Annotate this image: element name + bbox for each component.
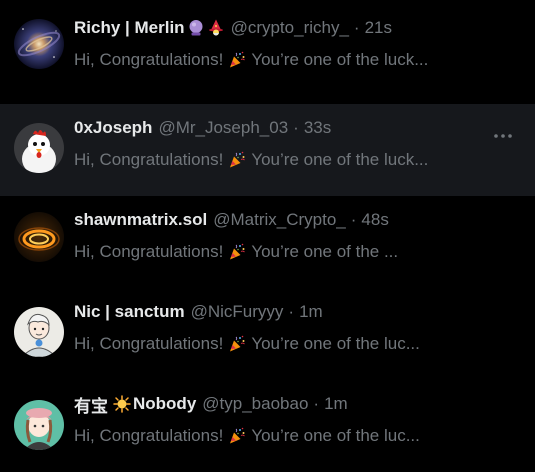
conversation-item[interactable]: shawnmatrix.sol @Matrix_Crypto_ · 48s Hi… [0,196,535,288]
message-preview: Hi, Congratulations! You’re one of the .… [74,240,469,264]
party-popper-emoji [228,335,246,353]
cartoon-avatar[interactable] [14,307,64,357]
display-name-prefix[interactable]: 有宝 [74,392,108,416]
conversation-header: Richy | Merlin @crypto_richy_ · 21s [74,16,465,40]
crystal-ball-emoji [187,19,205,37]
message-preview: Hi, Congratulations! You’re one of the l… [74,424,469,448]
separator-dot: · [293,118,299,137]
conversation-header: shawnmatrix.sol @Matrix_Crypto_ · 48s [74,208,465,232]
chicken-avatar[interactable] [14,123,64,173]
galaxy-avatar[interactable] [14,19,64,69]
message-list: Richy | Merlin @crypto_richy_ · 21s Hi, … [0,0,535,472]
timestamp: 33s [303,118,332,137]
party-popper-emoji [228,427,246,445]
separator-dot: · [350,210,357,229]
message-preview: Hi, Congratulations! You’re one of the l… [74,48,469,72]
timestamp: 1m [324,394,348,413]
user-handle[interactable]: @Matrix_Crypto_ [213,210,346,230]
preview-text-end: You’re one of the luc... [251,426,420,445]
display-name[interactable]: Nobody [133,394,196,414]
conversation-item[interactable]: 0xJoseph @Mr_Joseph_03 · 33s Hi, Congrat… [0,104,535,196]
party-popper-emoji [228,243,246,261]
preview-text-start: Hi, Congratulations! [74,426,224,445]
separator-dot: · [353,18,360,37]
message-preview: Hi, Congratulations! You’re one of the l… [74,332,469,356]
glowing-ring-avatar[interactable] [14,212,64,262]
conversation-header: 0xJoseph @Mr_Joseph_03 · 33s [74,116,465,140]
party-popper-emoji [228,51,246,69]
conversation-item[interactable]: 有宝 Nobody @typ_baobao · 1m Hi, Congratul… [0,380,535,472]
message-preview: Hi, Congratulations! You’re one of the l… [74,148,469,172]
user-handle[interactable]: @crypto_richy_ [231,18,349,38]
timestamp: 48s [361,210,389,229]
more-options-icon[interactable] [491,124,515,148]
display-name[interactable]: shawnmatrix.sol [74,210,207,230]
display-name[interactable]: Nic | sanctum [74,302,185,322]
preview-text-start: Hi, Congratulations! [74,150,224,169]
timestamp: 21s [364,18,393,37]
conversation-header: 有宝 Nobody @typ_baobao · 1m [74,392,465,416]
conversation-header: Nic | sanctum @NicFuryyy · 1m [74,300,465,324]
timestamp: 1m [299,302,323,321]
separator-dot: · [313,394,320,413]
user-handle[interactable]: @NicFuryyy [191,302,284,322]
user-handle[interactable]: @typ_baobao [202,394,308,414]
party-popper-emoji [228,151,246,169]
separator-dot: · [288,302,295,321]
display-name[interactable]: Richy | Merlin [74,18,185,38]
conversation-item[interactable]: Nic | sanctum @NicFuryyy · 1m Hi, Congra… [0,288,535,380]
preview-text-end: You’re one of the luc... [251,334,420,353]
preview-text-end: You’re one of the ... [251,242,399,261]
preview-text-end: You’re one of the luck... [251,50,429,69]
wizard-emoji [207,19,225,37]
sun-emoji [113,395,131,413]
conversation-item[interactable]: Richy | Merlin @crypto_richy_ · 21s Hi, … [0,4,535,96]
preview-text-start: Hi, Congratulations! [74,242,224,261]
preview-text-start: Hi, Congratulations! [74,50,224,69]
preview-text-start: Hi, Congratulations! [74,334,224,353]
display-name[interactable]: 0xJoseph [74,118,152,138]
anime-girl-avatar[interactable] [14,400,64,450]
user-handle[interactable]: @Mr_Joseph_03 [158,118,288,138]
preview-text-end: You’re one of the luck... [251,150,429,169]
